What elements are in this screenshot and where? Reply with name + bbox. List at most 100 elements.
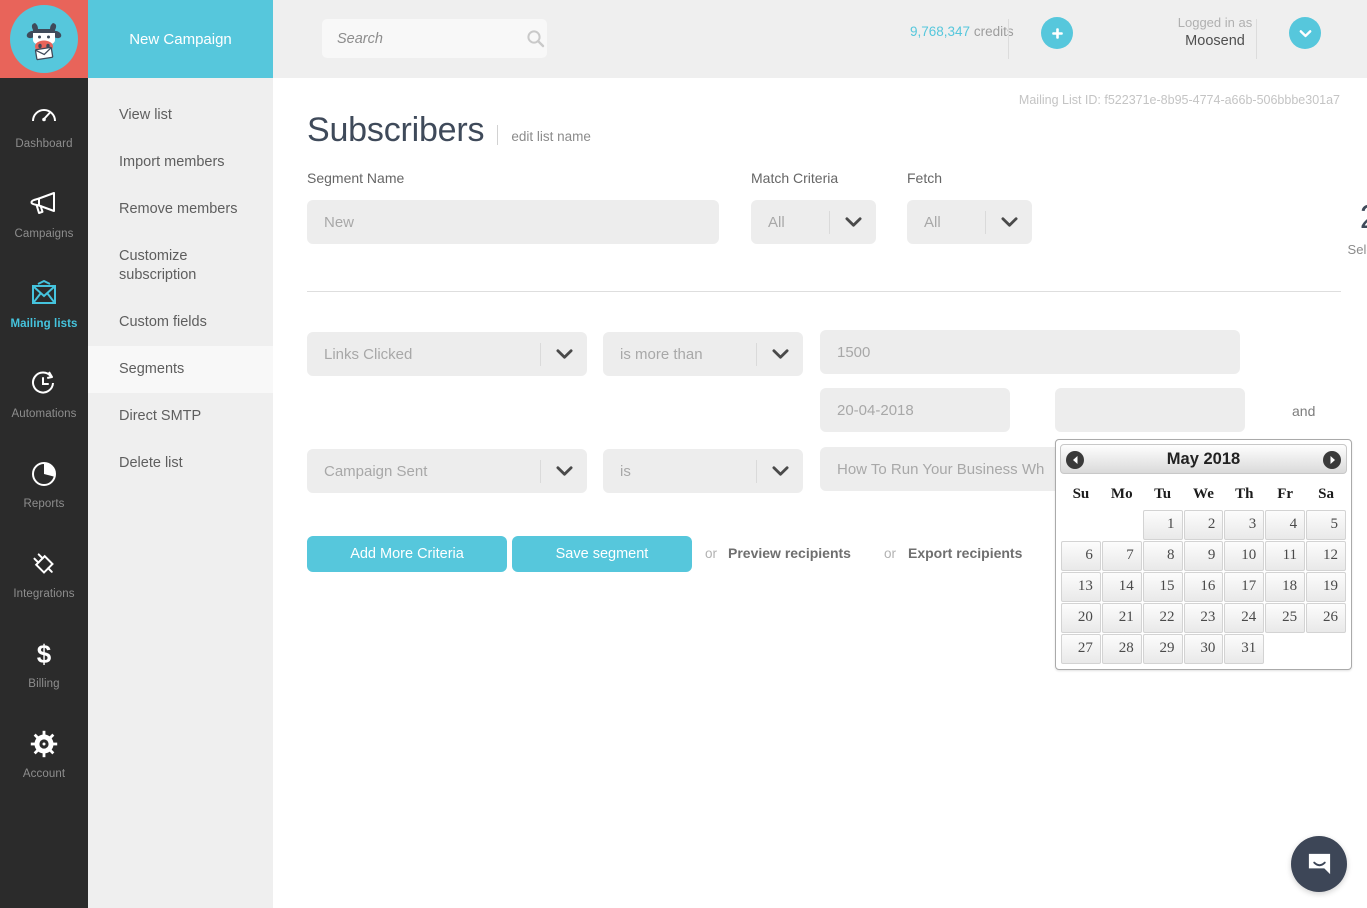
datepicker-day-link[interactable]: 10	[1224, 541, 1264, 571]
search-box[interactable]	[322, 19, 547, 58]
search-icon[interactable]	[526, 29, 558, 48]
datepicker-day-link[interactable]: 18	[1265, 572, 1305, 602]
datepicker-day-link[interactable]: 26	[1306, 603, 1346, 633]
datepicker-day-link[interactable]: 8	[1143, 541, 1183, 571]
datepicker-day-link[interactable]: 12	[1306, 541, 1346, 571]
subnav-item-custom-fields[interactable]: Custom fields	[88, 299, 273, 346]
datepicker-day-cell[interactable]: 2	[1184, 510, 1224, 540]
sidebar-item-account[interactable]: Account	[0, 708, 88, 798]
datepicker-day-cell[interactable]: 27	[1061, 634, 1101, 664]
datepicker-day-cell[interactable]: 23	[1184, 603, 1224, 633]
datepicker-day-cell[interactable]: 5	[1306, 510, 1346, 540]
sidebar-item-automations[interactable]: Automations	[0, 348, 88, 438]
datepicker-day-cell[interactable]: 24	[1224, 603, 1264, 633]
datepicker-day-link[interactable]: 27	[1061, 634, 1101, 664]
datepicker-day-link[interactable]: 14	[1102, 572, 1142, 602]
subnav-item-delete-list[interactable]: Delete list	[88, 440, 273, 487]
criteria-2-operator-select[interactable]: is	[603, 449, 803, 493]
subnav-item-import-members[interactable]: Import members	[88, 139, 273, 186]
search-input[interactable]	[322, 31, 526, 47]
datepicker-day-link[interactable]: 20	[1061, 603, 1101, 633]
datepicker-day-link[interactable]: 21	[1102, 603, 1142, 633]
subnav-item-customize-subscription[interactable]: Customize subscription	[88, 233, 228, 299]
datepicker-day-cell[interactable]: 15	[1143, 572, 1183, 602]
datepicker-day-cell[interactable]: 17	[1224, 572, 1264, 602]
brand-logo[interactable]	[0, 0, 88, 78]
datepicker-day-link[interactable]: 25	[1265, 603, 1305, 633]
datepicker-day-link[interactable]: 9	[1184, 541, 1224, 571]
datepicker-day-cell[interactable]: 31	[1224, 634, 1264, 664]
datepicker-day-cell[interactable]: 7	[1102, 541, 1142, 571]
datepicker-day-link[interactable]: 2	[1184, 510, 1224, 540]
subnav-item-view-list[interactable]: View list	[88, 92, 273, 139]
datepicker-day-cell[interactable]: 26	[1306, 603, 1346, 633]
criteria-1-date-from-input[interactable]	[820, 388, 1010, 432]
sidebar-item-billing[interactable]: $ Billing	[0, 618, 88, 708]
subnav-item-direct-smtp[interactable]: Direct SMTP	[88, 393, 273, 440]
fetch-select[interactable]: All	[907, 200, 1032, 244]
datepicker-day-cell[interactable]: 19	[1306, 572, 1346, 602]
save-segment-button[interactable]: Save segment	[512, 536, 692, 572]
edit-list-name-link[interactable]: edit list name	[511, 129, 591, 144]
datepicker-next-button[interactable]	[1323, 451, 1341, 469]
datepicker-day-cell[interactable]: 28	[1102, 634, 1142, 664]
datepicker-day-cell[interactable]: 8	[1143, 541, 1183, 571]
datepicker-day-link[interactable]: 11	[1265, 541, 1305, 571]
datepicker-day-link[interactable]: 22	[1143, 603, 1183, 633]
datepicker-day-cell[interactable]: 10	[1224, 541, 1264, 571]
datepicker-day-link[interactable]: 30	[1184, 634, 1224, 664]
criteria-2-field-select[interactable]: Campaign Sent	[307, 449, 587, 493]
datepicker-day-cell[interactable]: 25	[1265, 603, 1305, 633]
sidebar-item-reports[interactable]: Reports	[0, 438, 88, 528]
datepicker-day-link[interactable]: 6	[1061, 541, 1101, 571]
sidebar-item-campaigns[interactable]: Campaigns	[0, 168, 88, 258]
datepicker-day-link[interactable]: 23	[1184, 603, 1224, 633]
new-campaign-button[interactable]: New Campaign	[88, 0, 273, 78]
criteria-1-date-to-input[interactable]	[1055, 388, 1245, 432]
datepicker-day-link[interactable]: 29	[1143, 634, 1183, 664]
datepicker-day-cell[interactable]: 4	[1265, 510, 1305, 540]
datepicker-day-cell[interactable]: 20	[1061, 603, 1101, 633]
datepicker-day-cell[interactable]: 30	[1184, 634, 1224, 664]
datepicker-day-cell[interactable]: 22	[1143, 603, 1183, 633]
datepicker-day-cell[interactable]: 16	[1184, 572, 1224, 602]
datepicker-day-cell[interactable]: 13	[1061, 572, 1101, 602]
datepicker-day-cell[interactable]: 18	[1265, 572, 1305, 602]
segment-name-input[interactable]	[307, 200, 719, 244]
preview-recipients-link[interactable]: Preview recipients	[728, 545, 851, 561]
datepicker-day-link[interactable]: 13	[1061, 572, 1101, 602]
datepicker-day-cell[interactable]: 29	[1143, 634, 1183, 664]
datepicker-day-link[interactable]: 1	[1143, 510, 1183, 540]
criteria-1-value-input[interactable]	[820, 330, 1240, 374]
datepicker-day-link[interactable]: 28	[1102, 634, 1142, 664]
datepicker-day-link[interactable]: 19	[1306, 572, 1346, 602]
criteria-1-field-select[interactable]: Links Clicked	[307, 332, 587, 376]
datepicker-day-link[interactable]: 24	[1224, 603, 1264, 633]
datepicker-day-link[interactable]: 31	[1224, 634, 1264, 664]
account-menu-button[interactable]	[1289, 17, 1321, 49]
datepicker-day-cell[interactable]: 6	[1061, 541, 1101, 571]
export-recipients-link[interactable]: Export recipients	[908, 545, 1022, 561]
datepicker-day-link[interactable]: 4	[1265, 510, 1305, 540]
match-criteria-select[interactable]: All	[751, 200, 876, 244]
subnav-item-segments[interactable]: Segments	[88, 346, 273, 393]
datepicker-popup[interactable]: May 2018 Su Mo Tu We Th Fr Sa 123456789	[1055, 439, 1352, 670]
criteria-1-operator-select[interactable]: is more than	[603, 332, 803, 376]
datepicker-day-link[interactable]: 7	[1102, 541, 1142, 571]
datepicker-day-cell[interactable]: 1	[1143, 510, 1183, 540]
add-more-criteria-button[interactable]: Add More Criteria	[307, 536, 507, 572]
datepicker-day-link[interactable]: 3	[1224, 510, 1264, 540]
datepicker-day-cell[interactable]: 12	[1306, 541, 1346, 571]
sidebar-item-mailing-lists[interactable]: Mailing lists	[0, 258, 88, 348]
datepicker-day-cell[interactable]: 9	[1184, 541, 1224, 571]
subnav-item-remove-members[interactable]: Remove members	[88, 186, 273, 233]
sidebar-item-dashboard[interactable]: Dashboard	[0, 78, 88, 168]
datepicker-day-cell[interactable]: 21	[1102, 603, 1142, 633]
datepicker-prev-button[interactable]	[1066, 451, 1084, 469]
intercom-chat-button[interactable]	[1291, 836, 1347, 892]
datepicker-day-link[interactable]: 16	[1184, 572, 1224, 602]
datepicker-day-link[interactable]: 17	[1224, 572, 1264, 602]
add-button[interactable]	[1041, 17, 1073, 49]
sidebar-item-integrations[interactable]: Integrations	[0, 528, 88, 618]
datepicker-day-cell[interactable]: 14	[1102, 572, 1142, 602]
